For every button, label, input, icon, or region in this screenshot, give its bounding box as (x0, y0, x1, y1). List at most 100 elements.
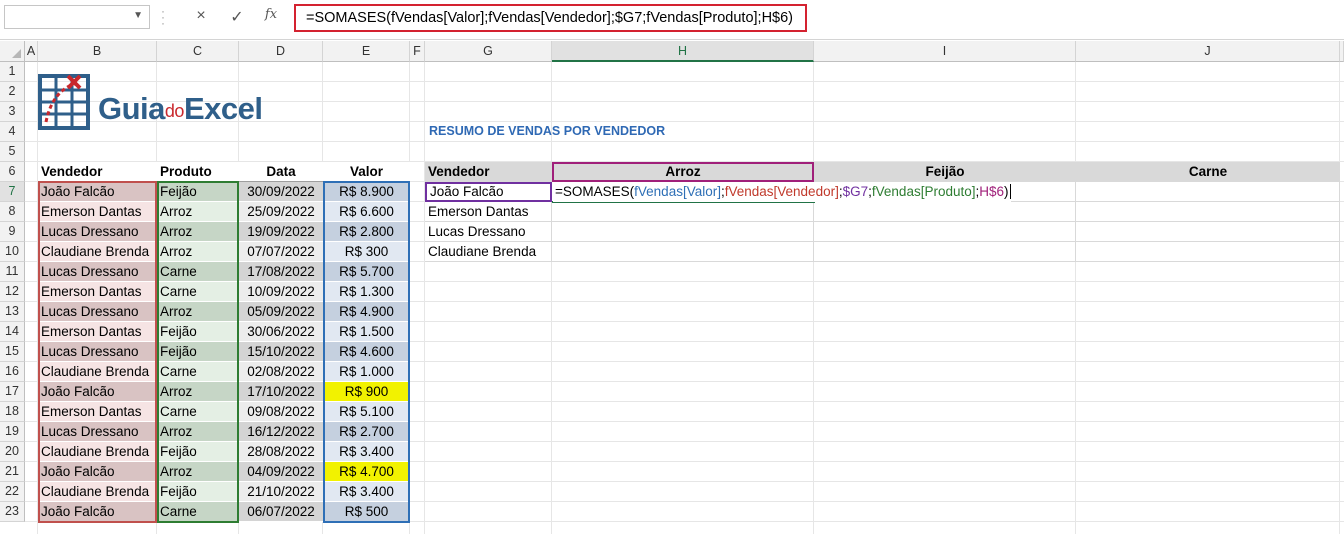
row-header-19[interactable]: 19 (0, 422, 25, 442)
sales-cell[interactable]: Arroz (157, 302, 239, 322)
sales-cell[interactable]: 30/06/2022 (239, 322, 323, 342)
sales-header-0[interactable]: Vendedor (38, 162, 157, 182)
sales-cell[interactable]: Feijão (157, 482, 239, 502)
select-all-button[interactable] (0, 41, 25, 62)
sales-cell[interactable]: João Falcão (38, 182, 157, 202)
summary-header-1[interactable]: Arroz (552, 162, 814, 182)
sales-header-1[interactable]: Produto (157, 162, 239, 182)
sales-cell[interactable]: Claudiane Brenda (38, 482, 157, 502)
summary-cell[interactable] (552, 202, 814, 222)
row-header-2[interactable]: 2 (0, 82, 25, 102)
row-header-4[interactable]: 4 (0, 122, 25, 142)
row-header-10[interactable]: 10 (0, 242, 25, 262)
row-header-21[interactable]: 21 (0, 462, 25, 482)
sales-cell[interactable]: Arroz (157, 462, 239, 482)
sales-cell[interactable]: 16/12/2022 (239, 422, 323, 442)
sales-cell[interactable]: 05/09/2022 (239, 302, 323, 322)
column-header-k[interactable] (1340, 41, 1344, 62)
insert-function-icon[interactable]: fx (259, 7, 283, 22)
sales-cell[interactable]: Carne (157, 502, 239, 522)
column-header-a[interactable]: A (25, 41, 38, 62)
column-header-j[interactable]: J (1076, 41, 1340, 62)
summary-seller[interactable]: Lucas Dressano (425, 222, 552, 242)
sales-cell[interactable]: Feijão (157, 342, 239, 362)
sales-cell[interactable]: 07/07/2022 (239, 242, 323, 262)
sales-cell[interactable]: Emerson Dantas (38, 322, 157, 342)
formula-input[interactable]: =SOMASES(fVendas[Valor];fVendas[Vendedor… (294, 4, 807, 32)
sales-cell[interactable]: R$ 1.300 (323, 282, 410, 302)
sales-cell[interactable]: R$ 3.400 (323, 482, 410, 502)
column-header-d[interactable]: D (239, 41, 323, 62)
sales-cell[interactable]: Feijão (157, 442, 239, 462)
drag-handle-icon[interactable]: · · · (161, 5, 165, 29)
sales-cell[interactable]: 10/09/2022 (239, 282, 323, 302)
sales-cell[interactable]: Arroz (157, 202, 239, 222)
row-header-18[interactable]: 18 (0, 402, 25, 422)
column-header-c[interactable]: C (157, 41, 239, 62)
summary-header-3[interactable]: Carne (1076, 162, 1340, 182)
sales-cell[interactable]: João Falcão (38, 462, 157, 482)
summary-cell[interactable] (814, 222, 1076, 242)
summary-cell[interactable] (1076, 202, 1340, 222)
sales-cell[interactable]: R$ 5.100 (323, 402, 410, 422)
cancel-icon[interactable]: × (189, 7, 213, 25)
column-header-h[interactable]: H (552, 41, 814, 62)
sales-cell[interactable]: R$ 3.400 (323, 442, 410, 462)
sales-cell[interactable]: Carne (157, 282, 239, 302)
summary-seller[interactable]: João Falcão (425, 182, 552, 202)
sales-cell[interactable]: 09/08/2022 (239, 402, 323, 422)
sales-cell[interactable]: 21/10/2022 (239, 482, 323, 502)
sales-cell[interactable]: R$ 1.500 (323, 322, 410, 342)
sales-cell[interactable]: R$ 2.700 (323, 422, 410, 442)
sales-header-3[interactable]: Valor (323, 162, 410, 182)
sales-cell[interactable]: Claudiane Brenda (38, 242, 157, 262)
sales-cell[interactable]: 15/10/2022 (239, 342, 323, 362)
enter-icon[interactable]: ✓ (225, 7, 249, 27)
sales-cell[interactable]: Feijão (157, 182, 239, 202)
summary-cell[interactable] (552, 242, 814, 262)
sales-cell[interactable]: Lucas Dressano (38, 342, 157, 362)
column-header-f[interactable]: F (410, 41, 425, 62)
sales-cell[interactable]: Claudiane Brenda (38, 362, 157, 382)
sales-cell[interactable]: R$ 4.600 (323, 342, 410, 362)
sales-cell[interactable]: 25/09/2022 (239, 202, 323, 222)
summary-cell[interactable] (814, 242, 1076, 262)
sales-cell[interactable]: 04/09/2022 (239, 462, 323, 482)
sales-cell[interactable]: Lucas Dressano (38, 302, 157, 322)
summary-seller[interactable]: Claudiane Brenda (425, 242, 552, 262)
sales-cell[interactable]: 06/07/2022 (239, 502, 323, 522)
row-header-15[interactable]: 15 (0, 342, 25, 362)
sales-cell[interactable]: Lucas Dressano (38, 262, 157, 282)
sales-cell[interactable]: 19/09/2022 (239, 222, 323, 242)
sales-cell[interactable]: R$ 5.700 (323, 262, 410, 282)
sales-cell[interactable]: R$ 2.800 (323, 222, 410, 242)
row-header-23[interactable]: 23 (0, 502, 25, 522)
summary-cell[interactable] (814, 202, 1076, 222)
summary-seller[interactable]: Emerson Dantas (425, 202, 552, 222)
sales-cell[interactable]: 17/08/2022 (239, 262, 323, 282)
row-header-6[interactable]: 6 (0, 162, 25, 182)
row-header-22[interactable]: 22 (0, 482, 25, 502)
sales-cell[interactable]: Lucas Dressano (38, 422, 157, 442)
sales-cell[interactable]: João Falcão (38, 502, 157, 522)
sales-cell[interactable]: Arroz (157, 242, 239, 262)
sales-cell[interactable]: Arroz (157, 222, 239, 242)
row-header-16[interactable]: 16 (0, 362, 25, 382)
sales-cell[interactable]: João Falcão (38, 382, 157, 402)
column-header-i[interactable]: I (814, 41, 1076, 62)
sales-cell[interactable]: Arroz (157, 422, 239, 442)
row-header-3[interactable]: 3 (0, 102, 25, 122)
sales-cell[interactable]: 28/08/2022 (239, 442, 323, 462)
sales-cell[interactable]: Lucas Dressano (38, 222, 157, 242)
summary-cell[interactable] (1076, 242, 1340, 262)
name-box[interactable]: ▼ (4, 5, 150, 29)
active-cell-formula[interactable]: =SOMASES(fVendas[Valor];fVendas[Vendedor… (553, 182, 1011, 202)
sales-cell[interactable]: 02/08/2022 (239, 362, 323, 382)
row-header-1[interactable]: 1 (0, 62, 25, 82)
row-header-8[interactable]: 8 (0, 202, 25, 222)
sales-cell[interactable]: R$ 500 (323, 502, 410, 522)
chevron-down-icon[interactable]: ▼ (133, 10, 143, 21)
row-header-17[interactable]: 17 (0, 382, 25, 402)
sales-cell[interactable]: R$ 900 (323, 382, 410, 402)
sales-cell[interactable]: Carne (157, 262, 239, 282)
